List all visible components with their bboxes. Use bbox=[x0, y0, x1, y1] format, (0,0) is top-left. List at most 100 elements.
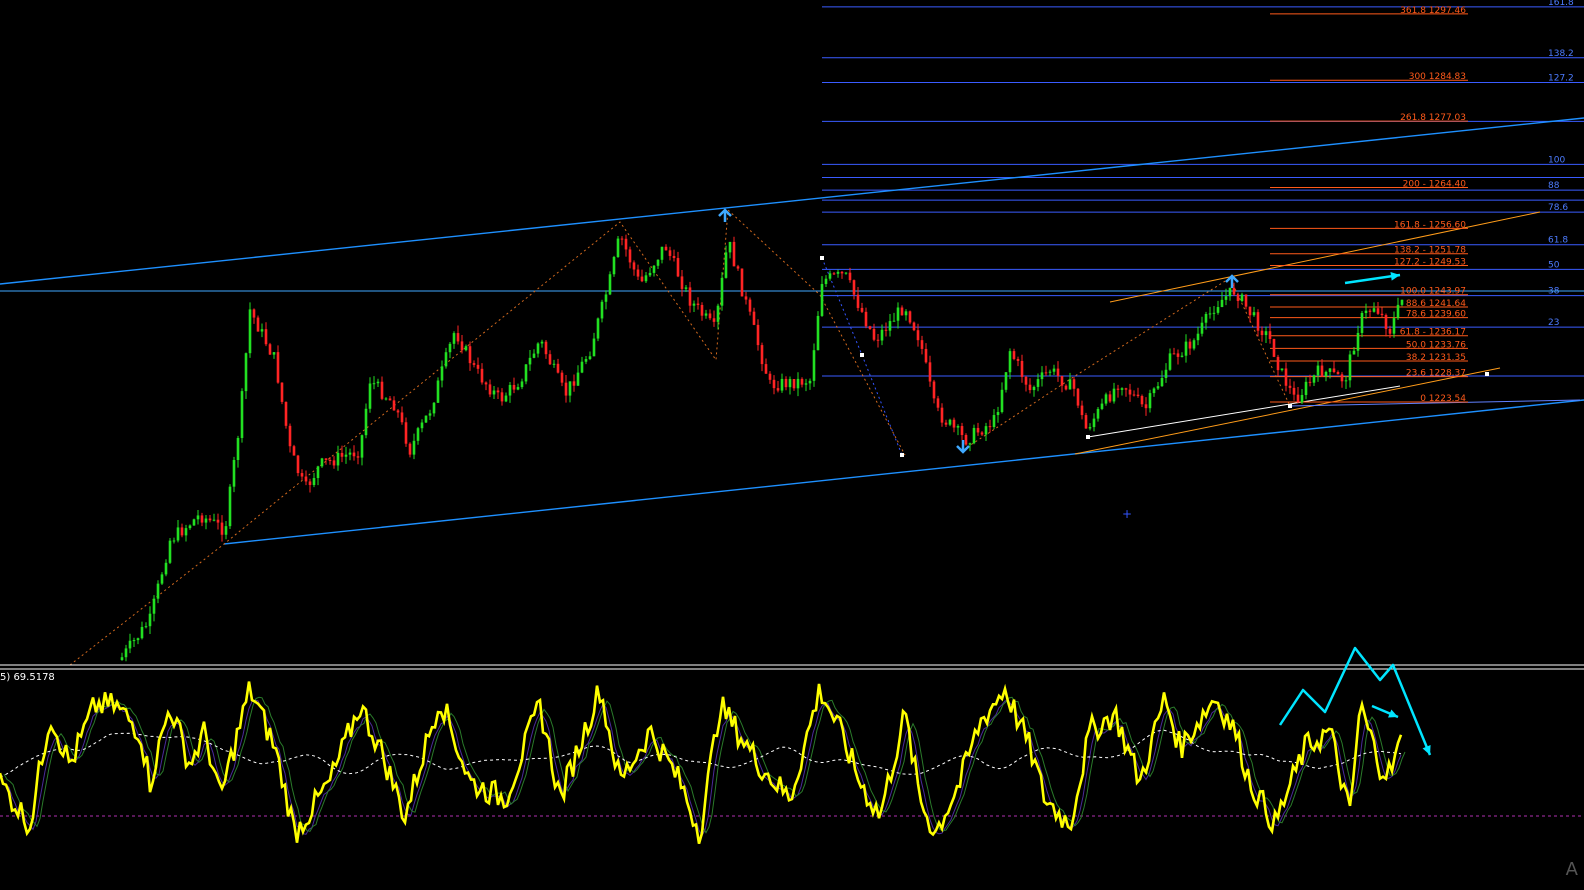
candle-body bbox=[508, 384, 512, 396]
candle-body bbox=[200, 515, 204, 523]
candle-body bbox=[852, 280, 856, 295]
candle-body bbox=[1368, 310, 1372, 312]
anchor-point bbox=[1288, 404, 1292, 408]
candle-body bbox=[1060, 375, 1064, 386]
candle-body bbox=[720, 277, 724, 306]
fib-blue-level-label: 61.8 bbox=[1548, 236, 1568, 246]
candle-body bbox=[1272, 338, 1276, 357]
candle-body bbox=[400, 412, 404, 423]
candle-body bbox=[672, 255, 676, 259]
candle-body bbox=[576, 372, 580, 386]
candle-body bbox=[236, 437, 240, 461]
candle-body bbox=[1024, 376, 1028, 385]
candle-body bbox=[1068, 379, 1072, 390]
candle-body bbox=[1120, 388, 1124, 390]
candle-body bbox=[736, 266, 740, 269]
candle-body bbox=[628, 249, 632, 263]
candle-body bbox=[936, 398, 940, 408]
candle-body bbox=[340, 452, 344, 457]
candle-body bbox=[744, 296, 748, 300]
candle-body bbox=[172, 540, 176, 542]
candle-body bbox=[240, 391, 244, 438]
candle-body bbox=[1040, 372, 1044, 380]
candle-body bbox=[812, 350, 816, 381]
candle-body bbox=[1260, 330, 1264, 336]
candle-body bbox=[360, 435, 364, 458]
candle-body bbox=[192, 519, 196, 526]
candle-body bbox=[1000, 389, 1004, 413]
fib-orange-level-label: 361.8 1297.46 bbox=[1400, 6, 1466, 16]
zigzag-line bbox=[69, 208, 906, 666]
candle-body bbox=[728, 241, 732, 253]
candle-body bbox=[1240, 294, 1244, 301]
candle-body bbox=[572, 381, 576, 386]
candle-body bbox=[176, 527, 180, 541]
candle-body bbox=[168, 540, 172, 563]
candle-body bbox=[1180, 355, 1184, 357]
price-chart-svg[interactable]: 200161.8138.2127.21008878.661.8503823 42… bbox=[0, 0, 1584, 886]
candle-body bbox=[1088, 427, 1092, 429]
oscillator-panel bbox=[0, 681, 1584, 845]
candle-body bbox=[1332, 368, 1336, 373]
candle-body bbox=[968, 443, 972, 445]
fib-orange-level-label: 50.0 1233.76 bbox=[1406, 340, 1466, 350]
candle-body bbox=[1224, 296, 1228, 300]
candle-body bbox=[1388, 329, 1392, 334]
candle-body bbox=[856, 294, 860, 308]
candle-body bbox=[512, 384, 516, 390]
candle-body bbox=[160, 574, 164, 584]
candle-body bbox=[696, 303, 700, 305]
candle-body bbox=[640, 276, 644, 282]
candle-body bbox=[1284, 368, 1288, 386]
candle-body bbox=[1232, 287, 1236, 295]
fib-orange-level-label: 0 1223.54 bbox=[1420, 394, 1466, 404]
candle-body bbox=[244, 353, 248, 392]
candle-body bbox=[352, 452, 356, 457]
fib-orange-levels: 423.6 1310.08361.8 1297.46300 1284.83261… bbox=[1270, 6, 1468, 404]
candle-body bbox=[1072, 379, 1076, 389]
candle-body bbox=[1176, 353, 1180, 357]
fib-blue-level-label: 138.2 bbox=[1548, 49, 1574, 59]
candle-body bbox=[568, 381, 572, 396]
candle-body bbox=[1288, 385, 1292, 388]
candle-body bbox=[808, 380, 812, 384]
candle-body bbox=[548, 354, 552, 365]
candle-body bbox=[1372, 308, 1376, 312]
candle-body bbox=[1384, 315, 1388, 330]
candle-body bbox=[552, 363, 556, 365]
candle-body bbox=[788, 378, 792, 388]
candle-body bbox=[840, 271, 844, 274]
candle-body bbox=[580, 361, 584, 373]
candle-body bbox=[1124, 388, 1128, 390]
candle-body bbox=[132, 640, 136, 642]
chart-root: 200161.8138.2127.21008878.661.8503823 42… bbox=[0, 0, 1584, 886]
candle-body bbox=[1228, 287, 1232, 297]
candle-body bbox=[1136, 394, 1140, 397]
fib-blue-level-label: 88 bbox=[1548, 181, 1560, 191]
candle-body bbox=[136, 638, 140, 641]
candle-body bbox=[532, 353, 536, 358]
candle-body bbox=[864, 311, 868, 327]
candle-body bbox=[436, 380, 440, 403]
zigzag-lines bbox=[69, 208, 1489, 666]
candle-body bbox=[1128, 389, 1132, 395]
candle-body bbox=[540, 341, 544, 344]
candle-body bbox=[188, 525, 192, 529]
candle-body bbox=[820, 284, 824, 316]
candle-body bbox=[448, 343, 452, 353]
candle-body bbox=[828, 273, 832, 279]
candle-body bbox=[904, 311, 908, 316]
candle-body bbox=[152, 598, 156, 614]
candle-body bbox=[848, 272, 852, 281]
candle-body bbox=[688, 287, 692, 306]
candle-body bbox=[1212, 312, 1216, 314]
candle-body bbox=[1184, 341, 1188, 356]
candle-body bbox=[524, 364, 528, 382]
candle-body bbox=[312, 478, 316, 486]
candle-body bbox=[1112, 388, 1116, 402]
candle-body bbox=[656, 259, 660, 266]
anchor-point bbox=[1086, 435, 1090, 439]
candle-body bbox=[1336, 372, 1340, 375]
fib-orange-level-label: 138.2 - 1251.78 bbox=[1394, 246, 1466, 256]
oscillator-pattern-arrow-icon bbox=[1278, 646, 1432, 756]
